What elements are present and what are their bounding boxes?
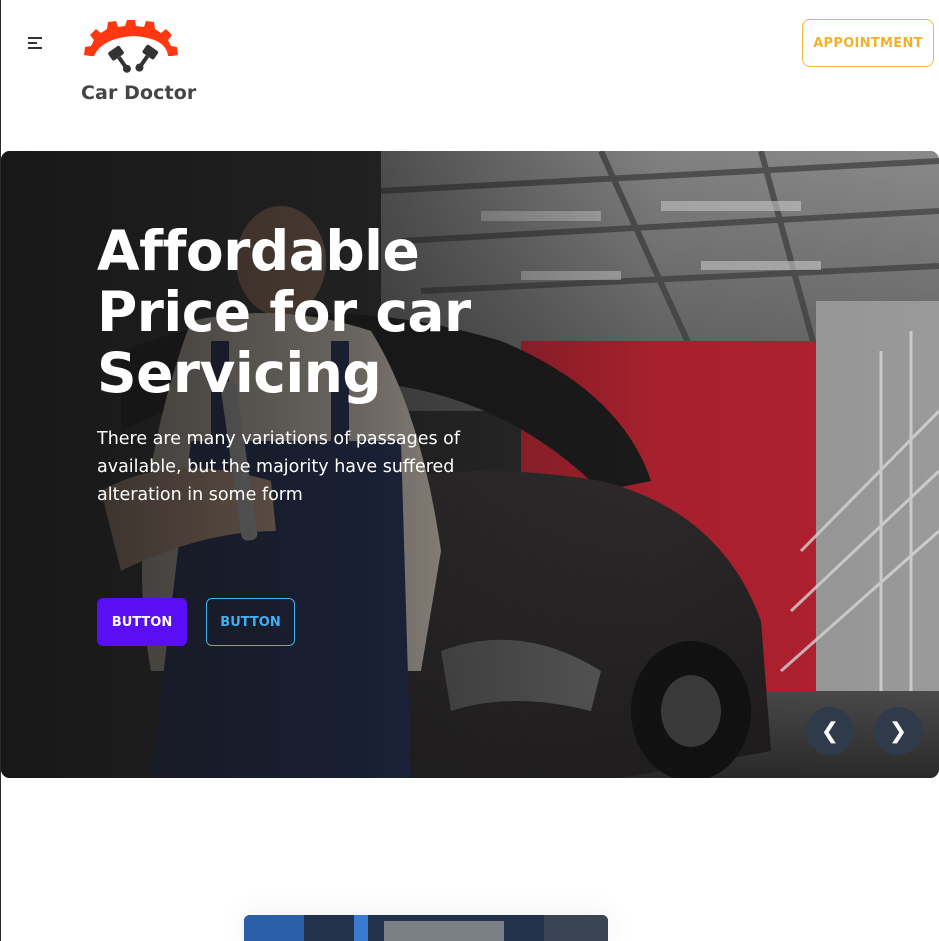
hero-description: There are many variations of passages of… (97, 429, 461, 505)
carousel-next-button[interactable]: ❯ (874, 707, 922, 755)
hero-title: Affordable Price for car Servicing (97, 219, 471, 405)
chevron-right-icon: ❯ (888, 718, 908, 744)
site-header: Car Doctor APPOINTMENT (0, 0, 939, 130)
gear-pistons-logo-icon (84, 20, 178, 73)
brand-logo[interactable]: Car Doctor (78, 16, 197, 108)
hero-banner: Affordable Price for car Servicing There… (1, 151, 939, 778)
hero-primary-button[interactable]: BUTTON (97, 598, 187, 646)
hero-outline-button[interactable]: BUTTON (206, 598, 295, 646)
hamburger-menu-icon (28, 37, 42, 49)
appointment-button[interactable]: APPOINTMENT (802, 19, 934, 67)
hamburger-menu-button[interactable] (22, 30, 50, 56)
about-section-image (244, 915, 608, 941)
chevron-left-icon: ❮ (820, 718, 840, 744)
carousel-prev-button[interactable]: ❮ (806, 707, 854, 755)
garage-image-peek (244, 915, 608, 941)
brand-name: Car Doctor (81, 82, 197, 104)
